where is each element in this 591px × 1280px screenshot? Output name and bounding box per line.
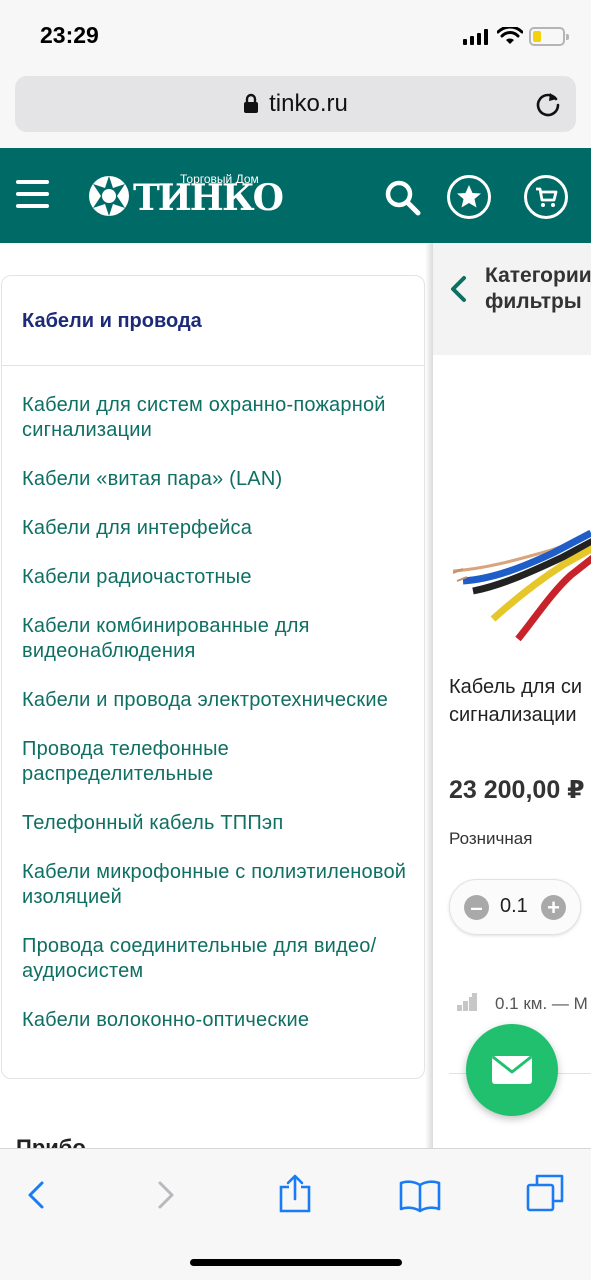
breadcrumb-title[interactable]: Категории фильтры <box>485 263 591 315</box>
category-menu: Кабели и провода Кабели для систем охран… <box>1 275 425 1079</box>
contact-mail-button[interactable] <box>466 1024 558 1116</box>
bookmarks-icon[interactable] <box>398 1177 442 1213</box>
divider <box>2 365 424 366</box>
home-indicator[interactable] <box>190 1259 402 1266</box>
category-item[interactable]: Кабели микрофонные с полиэтиленовой изол… <box>22 860 412 910</box>
category-item[interactable]: Кабели для интерфейса <box>22 516 412 541</box>
site-logo[interactable]: Торговый Дом ТИНКО <box>85 168 284 224</box>
page-content: Кабели и провода Кабели для систем охран… <box>0 243 591 1148</box>
category-item[interactable]: Кабели радиочастотные <box>22 565 412 590</box>
logo-text: ТИНКО <box>133 177 284 219</box>
product-price: 23 200,00 ₽ <box>449 776 585 804</box>
search-icon[interactable] <box>380 175 424 219</box>
browser-address-area: tinko.ru <box>0 72 591 148</box>
plus-icon[interactable]: + <box>541 895 566 920</box>
wifi-icon <box>497 27 523 44</box>
mail-icon <box>492 1055 532 1084</box>
stock-level-icon <box>457 993 477 1011</box>
category-item[interactable]: Телефонный кабель ТППэп <box>22 811 412 836</box>
category-item[interactable]: Провода телефонные распределительные <box>22 737 412 787</box>
favorites-button[interactable] <box>447 175 491 219</box>
category-item[interactable]: Кабели комбинированные для видеонаблюден… <box>22 614 412 664</box>
address-text-wrap: tinko.ru <box>15 90 576 118</box>
quantity-stepper: – 0.1 + <box>449 879 581 935</box>
tabs-icon[interactable] <box>525 1173 565 1213</box>
status-time: 23:29 <box>40 22 99 48</box>
menu-icon[interactable] <box>16 180 49 208</box>
product-image[interactable] <box>453 511 591 651</box>
menu-title[interactable]: Кабели и провода <box>22 310 202 333</box>
quantity-value[interactable]: 0.1 <box>500 895 528 918</box>
share-icon[interactable] <box>276 1173 314 1213</box>
breadcrumb: Категории фильтры <box>433 243 591 355</box>
browser-toolbar <box>0 1148 591 1280</box>
forward-arrow-icon[interactable] <box>148 1177 184 1213</box>
cellular-signal-icon <box>463 29 489 45</box>
address-text: tinko.ru <box>269 90 348 117</box>
reload-icon[interactable] <box>534 90 562 118</box>
category-item[interactable]: Провода соединительные для видео/аудиоси… <box>22 934 412 984</box>
star-icon <box>457 185 481 208</box>
category-item[interactable]: Кабели и провода электротехнические <box>22 688 412 713</box>
category-item[interactable]: Кабели «витая пара» (LAN) <box>22 467 412 492</box>
product-pane: Категории фильтры Кабель для си сигнализ… <box>433 243 591 1148</box>
back-chevron-icon[interactable] <box>449 275 467 303</box>
price-type: Розничная <box>449 829 533 848</box>
stock-info: 0.1 км. — М <box>495 994 588 1013</box>
minus-icon[interactable]: – <box>464 895 489 920</box>
category-list: Кабели для систем охранно-пожарной сигна… <box>22 393 412 1057</box>
cart-button[interactable] <box>524 175 568 219</box>
category-item[interactable]: Кабели для систем охранно-пожарной сигна… <box>22 393 412 443</box>
site-header: Торговый Дом ТИНКО <box>0 148 591 243</box>
battery-icon <box>529 27 569 46</box>
lock-icon <box>244 93 259 113</box>
address-bar[interactable]: tinko.ru <box>15 76 576 132</box>
category-item[interactable]: Кабели волоконно-оптические <box>22 1008 412 1033</box>
cart-icon <box>536 187 558 207</box>
section-heading-peek: Прибо <box>16 1135 86 1148</box>
logo-emblem-icon <box>89 176 129 216</box>
product-name[interactable]: Кабель для си сигнализации <box>449 673 582 729</box>
status-bar: 23:29 <box>0 0 591 72</box>
back-arrow-icon[interactable] <box>18 1177 54 1213</box>
